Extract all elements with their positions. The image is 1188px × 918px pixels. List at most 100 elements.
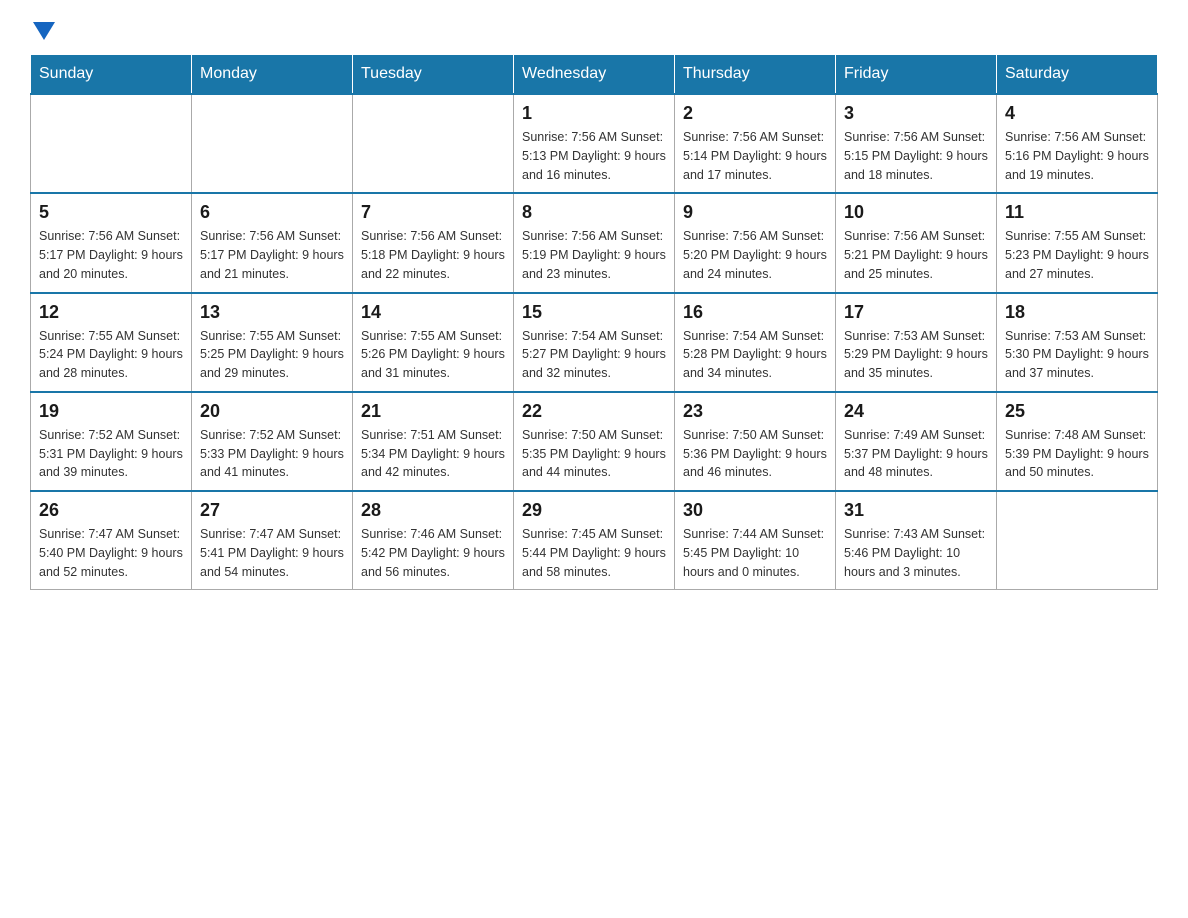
day-of-week-header: Tuesday: [353, 55, 514, 95]
calendar-week-row: 5 Sunrise: 7:56 AM Sunset: 5:17 PM Daylig…: [31, 193, 1158, 292]
calendar-cell: 27 Sunrise: 7:47 AM Sunset: 5:41 PM Dayli…: [192, 491, 353, 590]
logo: [30, 20, 55, 34]
day-number: 7: [361, 202, 505, 223]
day-number: 4: [1005, 103, 1149, 124]
calendar-cell: 14 Sunrise: 7:55 AM Sunset: 5:26 PM Dayli…: [353, 293, 514, 392]
day-number: 5: [39, 202, 183, 223]
calendar-cell: 3 Sunrise: 7:56 AM Sunset: 5:15 PM Daylig…: [836, 94, 997, 193]
day-info: Sunrise: 7:43 AM Sunset: 5:46 PM Dayligh…: [844, 525, 988, 581]
calendar-cell: 8 Sunrise: 7:56 AM Sunset: 5:19 PM Daylig…: [514, 193, 675, 292]
calendar-cell: 25Sunrise: 7:48 AM Sunset: 5:39 PM Dayli…: [997, 392, 1158, 491]
calendar-cell: 22 Sunrise: 7:50 AM Sunset: 5:35 PM Dayli…: [514, 392, 675, 491]
calendar-cell: 17 Sunrise: 7:53 AM Sunset: 5:29 PM Dayli…: [836, 293, 997, 392]
day-info: Sunrise: 7:55 AM Sunset: 5:25 PM Dayligh…: [200, 327, 344, 383]
day-info: Sunrise: 7:47 AM Sunset: 5:41 PM Dayligh…: [200, 525, 344, 581]
day-info: Sunrise: 7:50 AM Sunset: 5:36 PM Dayligh…: [683, 426, 827, 482]
day-info: Sunrise: 7:53 AM Sunset: 5:30 PM Dayligh…: [1005, 327, 1149, 383]
day-info: Sunrise: 7:56 AM Sunset: 5:14 PM Dayligh…: [683, 128, 827, 184]
day-number: 3: [844, 103, 988, 124]
day-number: 11: [1005, 202, 1149, 223]
calendar-cell: 11Sunrise: 7:55 AM Sunset: 5:23 PM Dayli…: [997, 193, 1158, 292]
day-number: 13: [200, 302, 344, 323]
calendar-cell: 12 Sunrise: 7:55 AM Sunset: 5:24 PM Dayli…: [31, 293, 192, 392]
day-of-week-header: Monday: [192, 55, 353, 95]
day-info: Sunrise: 7:53 AM Sunset: 5:29 PM Dayligh…: [844, 327, 988, 383]
day-info: Sunrise: 7:56 AM Sunset: 5:15 PM Dayligh…: [844, 128, 988, 184]
calendar-cell: 13 Sunrise: 7:55 AM Sunset: 5:25 PM Dayli…: [192, 293, 353, 392]
calendar-cell: 18 Sunrise: 7:53 AM Sunset: 5:30 PM Dayli…: [997, 293, 1158, 392]
day-of-week-header: Thursday: [675, 55, 836, 95]
day-info: Sunrise: 7:44 AM Sunset: 5:45 PM Dayligh…: [683, 525, 827, 581]
calendar-cell: 24 Sunrise: 7:49 AM Sunset: 5:37 PM Dayli…: [836, 392, 997, 491]
day-number: 29: [522, 500, 666, 521]
day-info: Sunrise: 7:50 AM Sunset: 5:35 PM Dayligh…: [522, 426, 666, 482]
calendar-cell: [353, 94, 514, 193]
day-number: 16: [683, 302, 827, 323]
calendar-week-row: 12 Sunrise: 7:55 AM Sunset: 5:24 PM Dayli…: [31, 293, 1158, 392]
day-info: Sunrise: 7:56 AM Sunset: 5:17 PM Dayligh…: [200, 227, 344, 283]
calendar-cell: 5Sunrise: 7:56 AM Sunset: 5:17 PM Daylig…: [31, 193, 192, 292]
calendar-week-row: 26 Sunrise: 7:47 AM Sunset: 5:40 PM Dayli…: [31, 491, 1158, 590]
day-info: Sunrise: 7:49 AM Sunset: 5:37 PM Dayligh…: [844, 426, 988, 482]
calendar-cell: 26 Sunrise: 7:47 AM Sunset: 5:40 PM Dayli…: [31, 491, 192, 590]
day-info: Sunrise: 7:46 AM Sunset: 5:42 PM Dayligh…: [361, 525, 505, 581]
day-number: 18: [1005, 302, 1149, 323]
day-info: Sunrise: 7:56 AM Sunset: 5:18 PM Dayligh…: [361, 227, 505, 283]
day-number: 24: [844, 401, 988, 422]
day-number: 30: [683, 500, 827, 521]
calendar-week-row: 19 Sunrise: 7:52 AM Sunset: 5:31 PM Dayli…: [31, 392, 1158, 491]
day-number: 20: [200, 401, 344, 422]
day-number: 27: [200, 500, 344, 521]
day-number: 9: [683, 202, 827, 223]
day-number: 22: [522, 401, 666, 422]
calendar-cell: 16Sunrise: 7:54 AM Sunset: 5:28 PM Dayli…: [675, 293, 836, 392]
calendar-cell: [192, 94, 353, 193]
day-info: Sunrise: 7:55 AM Sunset: 5:24 PM Dayligh…: [39, 327, 183, 383]
calendar-week-row: 1Sunrise: 7:56 AM Sunset: 5:13 PM Daylig…: [31, 94, 1158, 193]
calendar-cell: 15 Sunrise: 7:54 AM Sunset: 5:27 PM Dayli…: [514, 293, 675, 392]
day-info: Sunrise: 7:56 AM Sunset: 5:21 PM Dayligh…: [844, 227, 988, 283]
day-number: 31: [844, 500, 988, 521]
calendar-cell: [31, 94, 192, 193]
calendar-table: SundayMondayTuesdayWednesdayThursdayFrid…: [30, 54, 1158, 590]
calendar-cell: 9Sunrise: 7:56 AM Sunset: 5:20 PM Daylig…: [675, 193, 836, 292]
day-number: 12: [39, 302, 183, 323]
day-number: 21: [361, 401, 505, 422]
calendar-cell: 23 Sunrise: 7:50 AM Sunset: 5:36 PM Dayli…: [675, 392, 836, 491]
day-number: 19: [39, 401, 183, 422]
day-info: Sunrise: 7:51 AM Sunset: 5:34 PM Dayligh…: [361, 426, 505, 482]
day-number: 8: [522, 202, 666, 223]
day-number: 26: [39, 500, 183, 521]
day-number: 28: [361, 500, 505, 521]
day-info: Sunrise: 7:47 AM Sunset: 5:40 PM Dayligh…: [39, 525, 183, 581]
day-of-week-header: Friday: [836, 55, 997, 95]
page-header: [30, 20, 1158, 34]
day-of-week-header: Wednesday: [514, 55, 675, 95]
calendar-cell: 20Sunrise: 7:52 AM Sunset: 5:33 PM Dayli…: [192, 392, 353, 491]
calendar-cell: 29 Sunrise: 7:45 AM Sunset: 5:44 PM Dayli…: [514, 491, 675, 590]
day-info: Sunrise: 7:52 AM Sunset: 5:31 PM Dayligh…: [39, 426, 183, 482]
calendar-cell: 28 Sunrise: 7:46 AM Sunset: 5:42 PM Dayli…: [353, 491, 514, 590]
day-of-week-header: Sunday: [31, 55, 192, 95]
day-number: 14: [361, 302, 505, 323]
day-number: 17: [844, 302, 988, 323]
calendar-cell: 6 Sunrise: 7:56 AM Sunset: 5:17 PM Daylig…: [192, 193, 353, 292]
day-number: 23: [683, 401, 827, 422]
day-info: Sunrise: 7:45 AM Sunset: 5:44 PM Dayligh…: [522, 525, 666, 581]
day-number: 25: [1005, 401, 1149, 422]
day-number: 15: [522, 302, 666, 323]
day-info: Sunrise: 7:55 AM Sunset: 5:26 PM Dayligh…: [361, 327, 505, 383]
logo-triangle-icon: [33, 22, 55, 40]
day-info: Sunrise: 7:56 AM Sunset: 5:19 PM Dayligh…: [522, 227, 666, 283]
calendar-header-row: SundayMondayTuesdayWednesdayThursdayFrid…: [31, 55, 1158, 95]
calendar-cell: 10 Sunrise: 7:56 AM Sunset: 5:21 PM Dayli…: [836, 193, 997, 292]
day-number: 6: [200, 202, 344, 223]
day-number: 1: [522, 103, 666, 124]
calendar-cell: 19 Sunrise: 7:52 AM Sunset: 5:31 PM Dayli…: [31, 392, 192, 491]
calendar-cell: 31 Sunrise: 7:43 AM Sunset: 5:46 PM Dayli…: [836, 491, 997, 590]
calendar-cell: 1Sunrise: 7:56 AM Sunset: 5:13 PM Daylig…: [514, 94, 675, 193]
day-number: 10: [844, 202, 988, 223]
day-of-week-header: Saturday: [997, 55, 1158, 95]
day-info: Sunrise: 7:56 AM Sunset: 5:16 PM Dayligh…: [1005, 128, 1149, 184]
day-info: Sunrise: 7:54 AM Sunset: 5:27 PM Dayligh…: [522, 327, 666, 383]
